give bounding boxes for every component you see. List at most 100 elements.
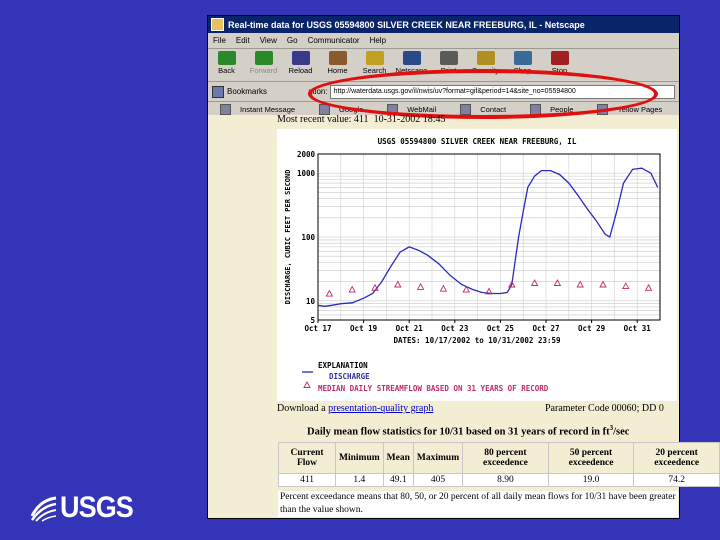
table-title: Daily mean flow statistics for 10/31 bas… [307, 424, 629, 438]
home-button[interactable]: Home [319, 49, 356, 75]
table-header-cell: 50 percent exceedence [547, 442, 635, 474]
personal-link-yellow-pages[interactable]: Yellow Pages [591, 104, 668, 115]
lock-icon [476, 51, 495, 65]
menu-item-go[interactable]: Go [287, 36, 298, 45]
download-graph-link[interactable]: presentation-quality graph [328, 403, 433, 414]
personal-link-label: Google [339, 105, 364, 114]
x-tick-label: Oct 21 [396, 324, 424, 333]
stop-button[interactable]: Stop [541, 49, 578, 75]
stop-label: Stop [551, 66, 568, 75]
personal-link-label: People [550, 105, 574, 114]
recent-value: 411 [353, 114, 369, 125]
median-point [416, 282, 425, 290]
netscape-window-icon [211, 18, 224, 31]
netscape-button[interactable]: Netscape [393, 49, 430, 75]
exceedance-footnote: Percent exceedance means that 80, 50, or… [278, 491, 678, 517]
x-axis-label: DATES: 10/17/2002 to 10/31/2002 23:59 [393, 336, 561, 345]
location-label: ation: [308, 87, 328, 96]
table-cell: 405 [412, 473, 464, 487]
y-tick-label: 2000 [297, 150, 316, 159]
table-cell: 74.2 [633, 473, 720, 487]
home-icon [328, 51, 347, 65]
search-button[interactable]: Search [356, 49, 393, 75]
chart-title: USGS 05594800 SILVER CREEK NEAR FREEBURG… [378, 137, 577, 146]
netscape-icon [402, 51, 421, 65]
security-button[interactable]: Security [467, 49, 504, 75]
median-point [553, 279, 562, 286]
chart-svg: USGS 05594800 SILVER CREEK NEAR FREEBURG… [284, 137, 661, 393]
menu-bar: File Edit View Go Communicator Help [208, 33, 679, 49]
bookmark-page-icon [597, 104, 609, 115]
download-line: Download a presentation-quality graph [277, 403, 433, 414]
personal-link-label: Contact [480, 105, 507, 114]
personal-link-label: Instant Message [240, 105, 296, 114]
menu-item-help[interactable]: Help [370, 36, 386, 45]
legend-title: EXPLANATION [318, 361, 368, 370]
stop-icon [550, 51, 569, 65]
x-tick-label: Oct 23 [441, 324, 469, 333]
flow-statistics-table: Current Flow Minimum Mean Maximum 80 percent… [277, 442, 720, 487]
bookmark-page-icon [460, 104, 472, 115]
menu-item-view[interactable]: View [260, 36, 277, 45]
security-label: Security [471, 66, 500, 75]
back-label: Back [218, 66, 235, 75]
legend-median-swatch [303, 381, 311, 388]
menu-item-file[interactable]: File [213, 36, 226, 45]
median-point [530, 279, 539, 286]
table-cell: 8.90 [462, 473, 549, 487]
location-bar: Bookmarks ation: http://waterdata.usgs.g… [208, 82, 679, 102]
back-button[interactable]: Back [208, 49, 245, 75]
forward-button[interactable]: Forward [245, 49, 282, 75]
table-header-cell: Minimum [335, 442, 384, 474]
table-cell: 411 [277, 473, 337, 487]
median-point [348, 285, 356, 293]
x-tick-label: Oct 19 [350, 324, 378, 333]
y-axis-label: DISCHARGE, CUBIC FEET PER SECOND [284, 170, 292, 305]
url-input[interactable]: http://waterdata.usgs.gov/il/nwis/uv?for… [329, 84, 675, 99]
usgs-wave-icon [30, 494, 58, 522]
forward-arrow-icon [254, 51, 273, 65]
usgs-logo: USGS [30, 491, 141, 525]
download-prefix: Download a [277, 403, 329, 414]
table-row: 411 1.4 49.1 405 8.90 19.0 74.2 [277, 473, 720, 487]
legend-discharge-label: DISCHARGE [329, 372, 370, 381]
reload-button[interactable]: Reload [282, 49, 319, 75]
table-header-cell: Mean [382, 442, 414, 474]
netscape-label: Netscape [395, 66, 428, 75]
table-header-cell: Maximum [412, 442, 464, 474]
recent-label: Most recent value: [277, 114, 352, 125]
median-point [576, 280, 584, 288]
bookmarks-label: Bookmarks [227, 87, 268, 96]
bookmarks-button[interactable]: Bookmarks [208, 85, 302, 98]
y-tick-label: 1000 [297, 169, 316, 178]
personal-link-contact[interactable]: Contact [454, 104, 512, 115]
search-label: Search [362, 66, 387, 75]
table-header-cell: Current Flow [277, 442, 337, 474]
parameter-code: Parameter Code 00060; DD 0 [545, 403, 664, 414]
table-title-text: Daily mean flow statistics for 10/31 bas… [307, 426, 610, 438]
table-header-cell: 20 percent exceedence [633, 442, 720, 474]
title-bar: Real-time data for USGS 05594800 SILVER … [208, 16, 679, 33]
shop-icon [513, 51, 532, 65]
personal-link-people[interactable]: People [524, 104, 579, 115]
shop-button[interactable]: Shop [504, 49, 541, 75]
menu-item-communicator[interactable]: Communicator [308, 36, 360, 45]
print-button[interactable]: Print [430, 49, 467, 75]
median-point [599, 280, 607, 288]
shop-label: Shop [513, 66, 532, 75]
bookmarks-icon [212, 85, 224, 98]
median-point [325, 289, 334, 297]
navigation-toolbar: Back Forward Reload Home Search Netscape Print… [208, 49, 679, 82]
print-label: Print [440, 66, 457, 75]
search-icon [365, 51, 384, 65]
discharge-chart: USGS 05594800 SILVER CREEK NEAR FREEBURG… [277, 129, 677, 401]
print-icon [439, 51, 458, 65]
table-header-cell: 80 percent exceedence [462, 442, 549, 474]
median-point [439, 284, 448, 292]
x-tick-label: Oct 17 [304, 324, 331, 333]
y-tick-label: 100 [301, 233, 315, 242]
y-tick-label: 10 [306, 297, 316, 306]
back-arrow-icon [217, 51, 236, 65]
reload-label: Reload [288, 66, 313, 75]
menu-item-edit[interactable]: Edit [236, 36, 250, 45]
